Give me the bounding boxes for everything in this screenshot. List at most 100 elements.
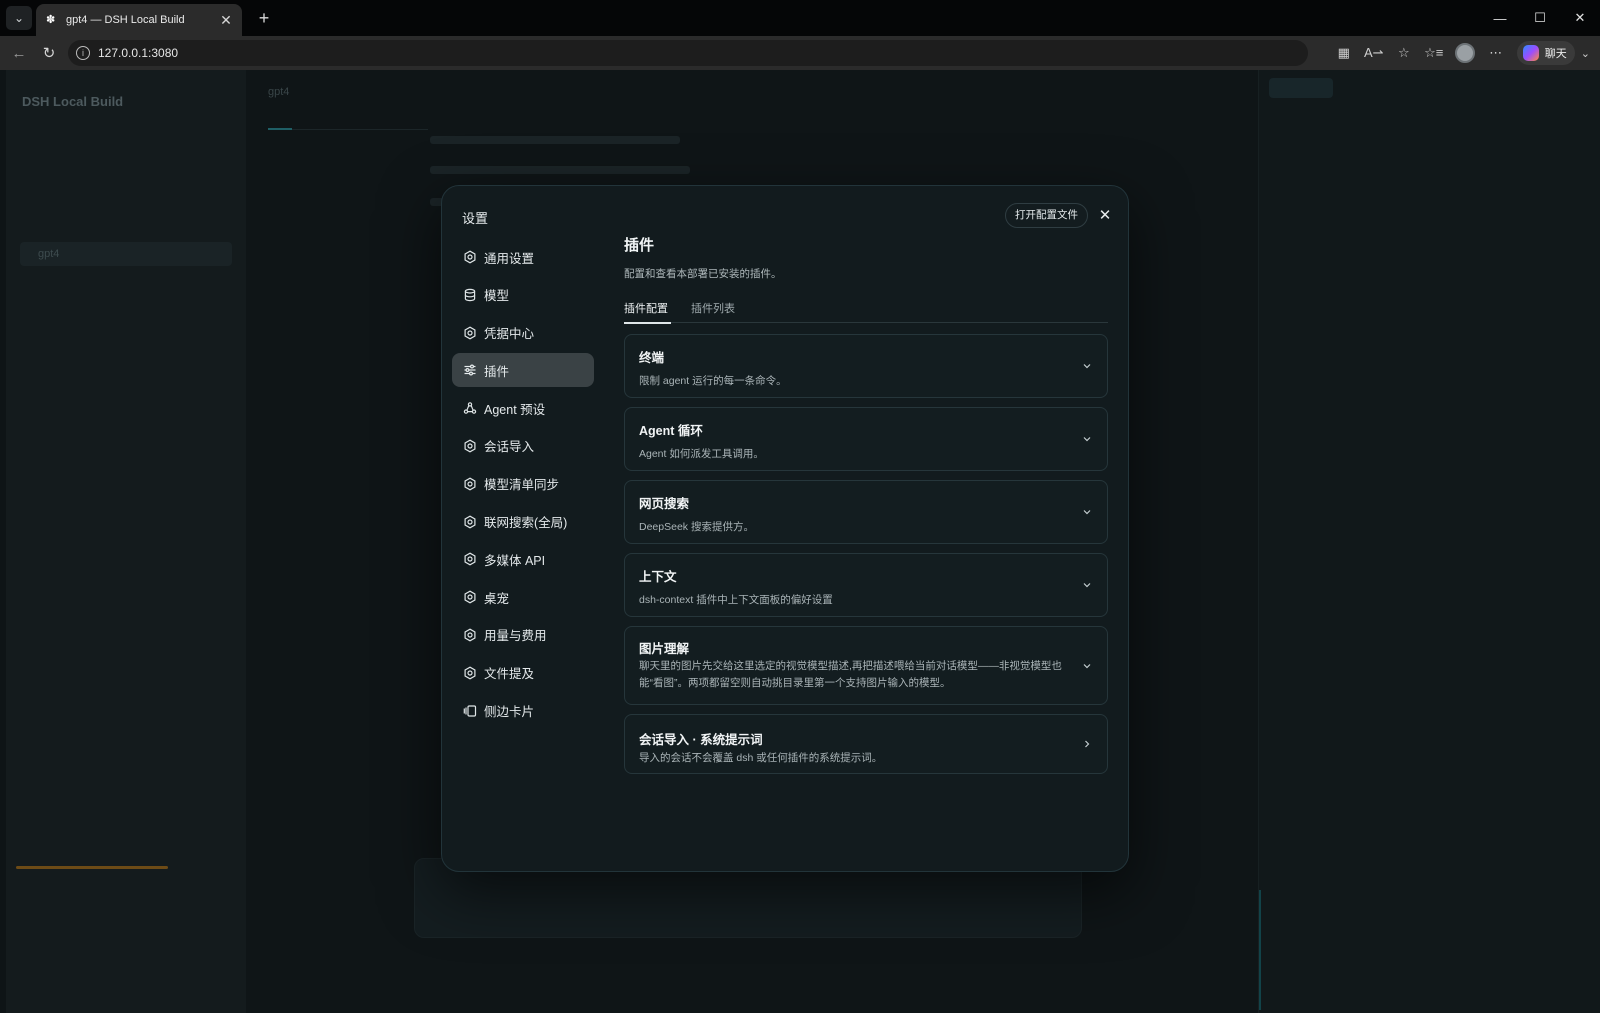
tab-plugin-list[interactable]: 插件列表 — [691, 300, 735, 316]
profile-avatar[interactable] — [1454, 43, 1475, 63]
plugin-card[interactable]: 会话导入 · 系统提示词导入的会话不会覆盖 dsh 或任何插件的系统提示词。 — [624, 714, 1108, 774]
plugin-card-description: Agent 如何派发工具调用。 — [639, 448, 764, 460]
open-config-file-button[interactable]: 打开配置文件 — [1005, 203, 1088, 228]
gear-icon — [463, 515, 477, 529]
settings-nav-label: 模型清单同步 — [484, 478, 560, 493]
agent-icon — [463, 401, 477, 415]
plugin-tabs: 插件配置 插件列表 — [624, 299, 1108, 324]
read-aloud-icon[interactable]: A⇀ — [1359, 41, 1389, 65]
settings-nav-item[interactable]: 凭据中心 — [452, 316, 594, 350]
tab-close-icon[interactable]: ✕ — [216, 10, 236, 30]
chevron-down-icon[interactable]: ⌄ — [1581, 47, 1590, 60]
chevron-down-icon[interactable] — [1081, 433, 1093, 445]
chevron-down-icon[interactable] — [1081, 506, 1093, 518]
main-tabs — [268, 110, 428, 130]
tab-list-chevron-icon[interactable]: ⌄ — [6, 6, 32, 30]
favorites-list-icon[interactable]: ☆≡ — [1419, 41, 1449, 65]
maximize-icon[interactable]: ☐ — [1520, 0, 1560, 36]
browser-tab[interactable]: ✽ gpt4 — DSH Local Build ✕ — [36, 4, 242, 36]
chevron-down-icon[interactable] — [1081, 579, 1093, 591]
settings-nav-label: 文件提及 — [484, 667, 535, 682]
settings-nav-item[interactable]: 文件提及 — [452, 656, 594, 690]
plugin-card-title: 网页搜索 — [639, 497, 690, 511]
url-field[interactable]: i 127.0.0.1:3080 — [68, 40, 1308, 66]
settings-nav-item[interactable]: 通用设置 — [452, 240, 594, 274]
settings-nav-item[interactable]: 用量与费用 — [452, 618, 594, 652]
right-panel-scrollbar — [1259, 890, 1261, 1010]
minimize-icon[interactable]: — — [1480, 0, 1520, 36]
more-options-icon[interactable]: ⋯ — [1481, 41, 1511, 65]
site-info-icon[interactable]: i — [76, 46, 90, 60]
plugin-card[interactable]: Agent 循环 Agent 如何派发工具调用。 — [624, 407, 1108, 471]
favorite-star-icon[interactable]: ☆ — [1389, 41, 1419, 65]
back-arrow-icon[interactable]: ← — [8, 43, 30, 63]
browser-toolbar: ▦ A⇀ ☆ ☆≡ ⋯ 聊天 ⌄ — [1329, 41, 1590, 65]
plugin-card-title: 会话导入 · 系统提示词 — [639, 733, 763, 747]
new-chat-button — [50, 136, 200, 160]
chevron-down-icon[interactable] — [1081, 660, 1093, 672]
plugin-card-title: 上下文 — [639, 570, 677, 584]
app-sidebar: DSH Local Build gpt4 — [6, 70, 246, 1013]
settings-nav-item[interactable]: Agent 预设 — [452, 391, 594, 425]
gear-icon — [463, 666, 477, 680]
close-icon[interactable]: ✕ — [1094, 204, 1116, 226]
main-breadcrumb: gpt4 — [268, 86, 290, 98]
settings-content: 插件 配置和查看本部署已安装的插件。 插件配置 插件列表 终端 限制 agent … — [624, 234, 1108, 774]
gear-icon — [463, 628, 477, 642]
address-bar: ← ↻ i 127.0.0.1:3080 ▦ A⇀ ☆ ☆≡ ⋯ 聊天 ⌄ — [0, 36, 1600, 70]
gear-icon — [463, 250, 477, 264]
gear-icon — [463, 477, 477, 491]
settings-nav-item[interactable]: 联网搜索(全局) — [452, 505, 594, 539]
plugin-card[interactable]: 图片理解 聊天里的图片先交给这里选定的视觉模型描述,再把描述喂给当前对话模型——非… — [624, 626, 1108, 705]
reload-icon[interactable]: ↻ — [38, 43, 60, 63]
settings-nav-label: 会话导入 — [484, 440, 535, 455]
settings-nav-label: 用量与费用 — [484, 629, 547, 644]
plugin-card-description: DeepSeek 搜索提供方。 — [639, 521, 754, 533]
settings-nav-label: 通用设置 — [484, 251, 535, 266]
tab-title: gpt4 — DSH Local Build — [66, 14, 185, 26]
chevron-down-icon[interactable] — [1081, 360, 1093, 372]
plugin-card[interactable]: 网页搜索 DeepSeek 搜索提供方。 — [624, 480, 1108, 544]
browser-tab-strip: ⌄ ✽ gpt4 — DSH Local Build ✕ + — ☐ ✕ — [0, 0, 1600, 36]
tab-plugin-config[interactable]: 插件配置 — [624, 300, 668, 316]
settings-nav-item[interactable]: 侧边卡片 — [452, 694, 594, 728]
settings-nav-item[interactable]: 多媒体 API — [452, 542, 594, 576]
settings-nav-label: 侧边卡片 — [484, 705, 535, 720]
app-brand: DSH Local Build — [22, 94, 124, 109]
bg-text-line — [430, 166, 690, 174]
usage-progress-bar — [16, 866, 168, 869]
gear-icon — [463, 552, 477, 566]
settings-nav-item[interactable]: 会话导入 — [452, 429, 594, 463]
settings-nav-item[interactable]: 模型清单同步 — [452, 467, 594, 501]
bg-text-line — [430, 136, 680, 144]
active-tab-underline — [624, 322, 671, 324]
plugin-card[interactable]: 上下文 dsh-context 插件中上下文面板的偏好设置 — [624, 553, 1108, 617]
settings-nav-item[interactable]: 桌宠 — [452, 580, 594, 614]
main-tab-indicator — [268, 128, 292, 130]
gear-icon — [463, 590, 477, 604]
settings-nav-item[interactable]: 插件 — [452, 353, 594, 388]
section-title: 插件 — [624, 237, 655, 254]
settings-nav: 通用设置模型凭据中心插件 Agent 预设 会话导入模型清单同步联网搜索(全局) 多媒… — [452, 240, 594, 731]
plugin-card-description: dsh-context 插件中上下文面板的偏好设置 — [639, 594, 833, 606]
app-available-icon[interactable]: ▦ — [1329, 41, 1359, 65]
plugin-card-list: 终端 限制 agent 运行的每一条命令。 Agent 循环 Agent 如何派发工具… — [624, 334, 1108, 783]
settings-nav-label: 多媒体 API — [484, 553, 546, 568]
database-icon — [463, 288, 477, 302]
new-tab-plus-icon[interactable]: + — [254, 8, 274, 28]
sliders-icon — [463, 363, 477, 377]
settings-title: 设置 — [462, 211, 489, 226]
plugin-card-description: 导入的会话不会覆盖 dsh 或任何插件的系统提示词。 — [639, 752, 883, 764]
plugin-card-title: Agent 循环 — [639, 424, 703, 438]
copilot-button[interactable]: 聊天 — [1516, 41, 1575, 65]
plugin-card-title: 图片理解 — [639, 642, 690, 656]
gear-icon — [463, 326, 477, 340]
right-panel — [1258, 70, 1600, 1013]
copilot-logo-icon — [1522, 45, 1539, 61]
window-close-icon[interactable]: ✕ — [1560, 0, 1600, 36]
settings-nav-label: 凭据中心 — [484, 327, 535, 342]
settings-nav-label: Agent 预设 — [484, 402, 546, 417]
chevron-right-icon[interactable] — [1081, 738, 1093, 750]
plugin-card[interactable]: 终端 限制 agent 运行的每一条命令。 — [624, 334, 1108, 398]
settings-nav-item[interactable]: 模型 — [452, 278, 594, 312]
